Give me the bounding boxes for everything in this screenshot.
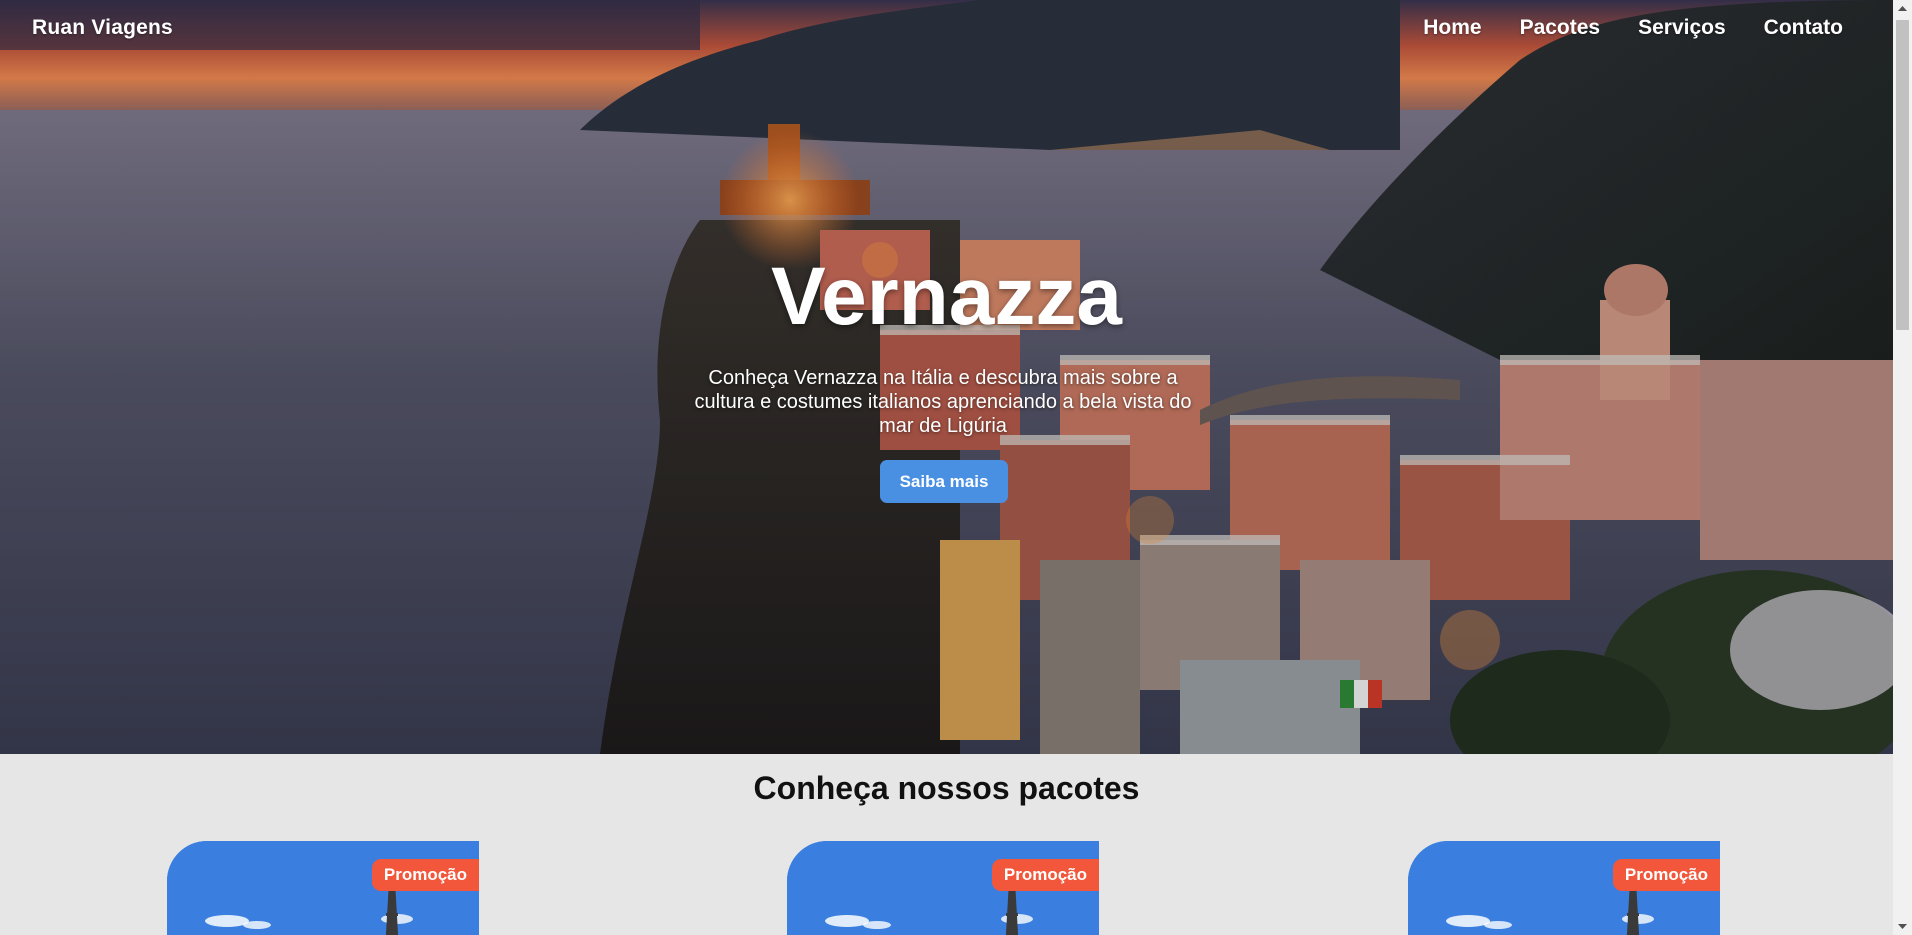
hero-title: Vernazza (771, 251, 1122, 342)
nav-link-contato[interactable]: Contato (1764, 16, 1843, 40)
hero-description: Conheça Vernazza na Itália e descubra ma… (694, 367, 1192, 437)
packages-title: Conheça nossos pacotes (753, 770, 1140, 806)
package-card[interactable]: Promoção (1408, 841, 1720, 935)
brand-logo[interactable]: Ruan Viagens (32, 16, 173, 40)
nav-link-home[interactable]: Home (1423, 16, 1481, 40)
promo-badge: Promoção (1612, 859, 1720, 891)
main-nav: Home Pacotes Serviços Contato (1423, 16, 1843, 40)
vertical-scrollbar[interactable] (1893, 0, 1912, 935)
nav-link-pacotes[interactable]: Pacotes (1520, 16, 1601, 40)
saiba-mais-button[interactable]: Saiba mais (880, 460, 1008, 503)
scroll-up-arrow-icon[interactable] (1893, 0, 1912, 17)
promo-badge: Promoção (371, 859, 479, 891)
promo-badge: Promoção (991, 859, 1099, 891)
nav-link-servicos[interactable]: Serviços (1638, 16, 1726, 40)
package-card[interactable]: Promoção (787, 841, 1099, 935)
scroll-down-arrow-icon[interactable] (1893, 918, 1912, 935)
package-card[interactable]: Promoção (167, 841, 479, 935)
scrollbar-thumb[interactable] (1896, 20, 1909, 330)
hero-section: Ruan Viagens Home Pacotes Serviços Conta… (0, 0, 1893, 754)
